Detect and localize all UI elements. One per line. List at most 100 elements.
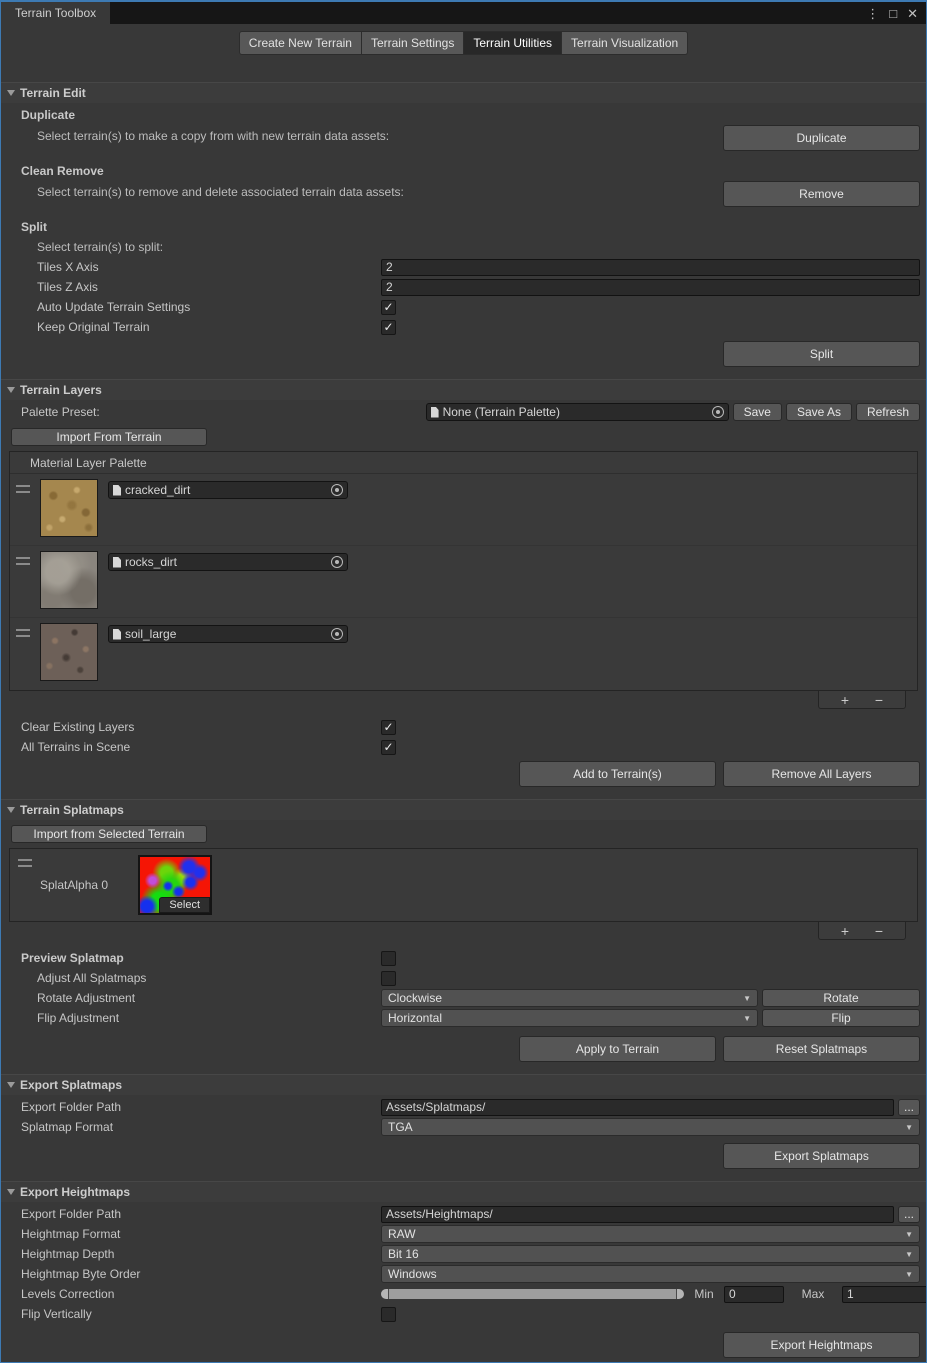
layer-row[interactable]: cracked_dirt xyxy=(10,474,917,546)
palette-preset-label: Palette Preset: xyxy=(7,405,426,419)
export-heightmaps-header[interactable]: Export Heightmaps xyxy=(1,1182,926,1202)
levels-correction-slider[interactable] xyxy=(381,1289,684,1299)
remove-splatmap-button[interactable]: − xyxy=(865,924,893,938)
reset-splatmaps-button[interactable]: Reset Splatmaps xyxy=(723,1036,920,1062)
splatmap-row[interactable]: SplatAlpha 0 Select xyxy=(10,849,917,921)
min-input[interactable] xyxy=(724,1286,784,1303)
rotate-button[interactable]: Rotate xyxy=(762,989,920,1007)
heightmap-byte-order-dropdown[interactable]: Windows ▼ xyxy=(381,1265,920,1283)
maximize-icon[interactable]: □ xyxy=(889,7,897,20)
terrain-splatmaps-header[interactable]: Terrain Splatmaps xyxy=(1,800,926,820)
section-title: Export Splatmaps xyxy=(20,1078,122,1092)
window-title-tab[interactable]: Terrain Toolbox xyxy=(1,2,110,24)
remove-layer-button[interactable]: − xyxy=(865,693,893,707)
slider-track[interactable] xyxy=(389,1289,676,1299)
export-heightmaps-button[interactable]: Export Heightmaps xyxy=(723,1332,920,1358)
flip-vertically-checkbox[interactable] xyxy=(381,1307,396,1322)
splatmap-list-footer: + − xyxy=(818,922,906,940)
check-icon: ✓ xyxy=(383,301,393,313)
drag-handle-icon[interactable] xyxy=(18,859,32,867)
dropdown-value: Bit 16 xyxy=(388,1247,419,1261)
heightmap-format-dropdown[interactable]: RAW ▼ xyxy=(381,1225,920,1243)
flip-adjustment-dropdown[interactable]: Horizontal ▼ xyxy=(381,1009,758,1027)
palette-preset-objectfield[interactable]: None (Terrain Palette) xyxy=(426,403,729,421)
terrain-layers-header[interactable]: Terrain Layers xyxy=(1,380,926,400)
remove-all-layers-button[interactable]: Remove All Layers xyxy=(723,761,920,787)
rotate-adjustment-dropdown[interactable]: Clockwise ▼ xyxy=(381,989,758,1007)
duplicate-button[interactable]: Duplicate xyxy=(723,125,920,151)
layer-name: rocks_dirt xyxy=(125,555,327,569)
import-from-terrain-button[interactable]: Import From Terrain xyxy=(11,428,207,446)
clean-remove-description: Select terrain(s) to remove and delete a… xyxy=(7,181,723,199)
layer-row[interactable]: rocks_dirt xyxy=(10,546,917,618)
layer-thumbnail-cracked-dirt[interactable] xyxy=(40,479,98,537)
keep-original-label: Keep Original Terrain xyxy=(7,320,381,334)
splatmap-browse-button[interactable]: ... xyxy=(898,1099,920,1116)
object-picker-icon[interactable] xyxy=(331,628,343,640)
splatmap-folder-input[interactable] xyxy=(381,1099,894,1116)
all-terrains-checkbox[interactable]: ✓ xyxy=(381,740,396,755)
section-export-heightmaps: Export Heightmaps Export Folder Path ...… xyxy=(1,1181,926,1363)
slider-min-handle[interactable] xyxy=(381,1289,389,1299)
clear-existing-label: Clear Existing Layers xyxy=(7,720,381,734)
tab-terrain-utilities[interactable]: Terrain Utilities xyxy=(464,31,562,55)
auto-update-checkbox[interactable]: ✓ xyxy=(381,300,396,315)
max-input[interactable] xyxy=(842,1286,927,1303)
tab-terrain-visualization[interactable]: Terrain Visualization xyxy=(562,31,688,55)
layer-row[interactable]: soil_large xyxy=(10,618,917,690)
drag-handle-icon[interactable] xyxy=(16,557,30,565)
min-label: Min xyxy=(684,1287,724,1301)
layer-thumbnail-rocks-dirt[interactable] xyxy=(40,551,98,609)
layer-objectfield[interactable]: cracked_dirt xyxy=(108,481,348,499)
add-layer-button[interactable]: + xyxy=(831,693,859,707)
tab-create-new-terrain[interactable]: Create New Terrain xyxy=(239,31,362,55)
section-terrain-edit: Terrain Edit Duplicate Select terrain(s)… xyxy=(1,82,926,379)
section-title: Terrain Splatmaps xyxy=(20,803,124,817)
asset-icon xyxy=(431,407,439,418)
splatmap-format-dropdown[interactable]: TGA ▼ xyxy=(381,1118,920,1136)
flip-adjustment-label: Flip Adjustment xyxy=(7,1011,381,1025)
layer-objectfield[interactable]: rocks_dirt xyxy=(108,553,348,571)
refresh-button[interactable]: Refresh xyxy=(856,403,920,421)
split-button[interactable]: Split xyxy=(723,341,920,367)
heightmap-browse-button[interactable]: ... xyxy=(898,1206,920,1223)
apply-to-terrain-button[interactable]: Apply to Terrain xyxy=(519,1036,716,1062)
keep-original-checkbox[interactable]: ✓ xyxy=(381,320,396,335)
layer-list-footer: + − xyxy=(818,691,906,709)
save-button[interactable]: Save xyxy=(733,403,782,421)
drag-handle-icon[interactable] xyxy=(16,629,30,637)
add-to-terrain-button[interactable]: Add to Terrain(s) xyxy=(519,761,716,787)
split-label: Split xyxy=(7,220,47,234)
preview-splatmap-checkbox[interactable] xyxy=(381,951,396,966)
splatmap-select-button[interactable]: Select xyxy=(159,897,210,913)
remove-button[interactable]: Remove xyxy=(723,181,920,207)
object-picker-icon[interactable] xyxy=(331,484,343,496)
material-layer-palette-title: Material Layer Palette xyxy=(10,452,917,474)
save-as-button[interactable]: Save As xyxy=(786,403,852,421)
layer-thumbnail-soil-large[interactable] xyxy=(40,623,98,681)
heightmap-folder-input[interactable] xyxy=(381,1206,894,1223)
drag-handle-icon[interactable] xyxy=(16,485,30,493)
add-splatmap-button[interactable]: + xyxy=(831,924,859,938)
export-splatmaps-button[interactable]: Export Splatmaps xyxy=(723,1143,920,1169)
export-splatmaps-header[interactable]: Export Splatmaps xyxy=(1,1075,926,1095)
slider-max-handle[interactable] xyxy=(676,1289,684,1299)
terrain-edit-header[interactable]: Terrain Edit xyxy=(1,83,926,103)
import-from-selected-terrain-button[interactable]: Import from Selected Terrain xyxy=(11,825,207,843)
object-picker-icon[interactable] xyxy=(712,406,724,418)
close-icon[interactable]: ✕ xyxy=(907,7,918,20)
heightmap-depth-dropdown[interactable]: Bit 16 ▼ xyxy=(381,1245,920,1263)
splatmap-thumbnail[interactable]: Select xyxy=(138,855,212,915)
tiles-z-input[interactable] xyxy=(381,279,920,296)
adjust-all-checkbox[interactable] xyxy=(381,971,396,986)
layer-objectfield[interactable]: soil_large xyxy=(108,625,348,643)
window-menu-icon[interactable]: ⋮ xyxy=(866,7,879,20)
object-picker-icon[interactable] xyxy=(331,556,343,568)
tab-terrain-settings[interactable]: Terrain Settings xyxy=(362,31,464,55)
flip-button[interactable]: Flip xyxy=(762,1009,920,1027)
clear-existing-checkbox[interactable]: ✓ xyxy=(381,720,396,735)
tiles-x-input[interactable] xyxy=(381,259,920,276)
foldout-arrow-icon xyxy=(7,807,15,813)
mode-tab-group: Create New Terrain Terrain Settings Terr… xyxy=(239,31,688,55)
foldout-arrow-icon xyxy=(7,90,15,96)
